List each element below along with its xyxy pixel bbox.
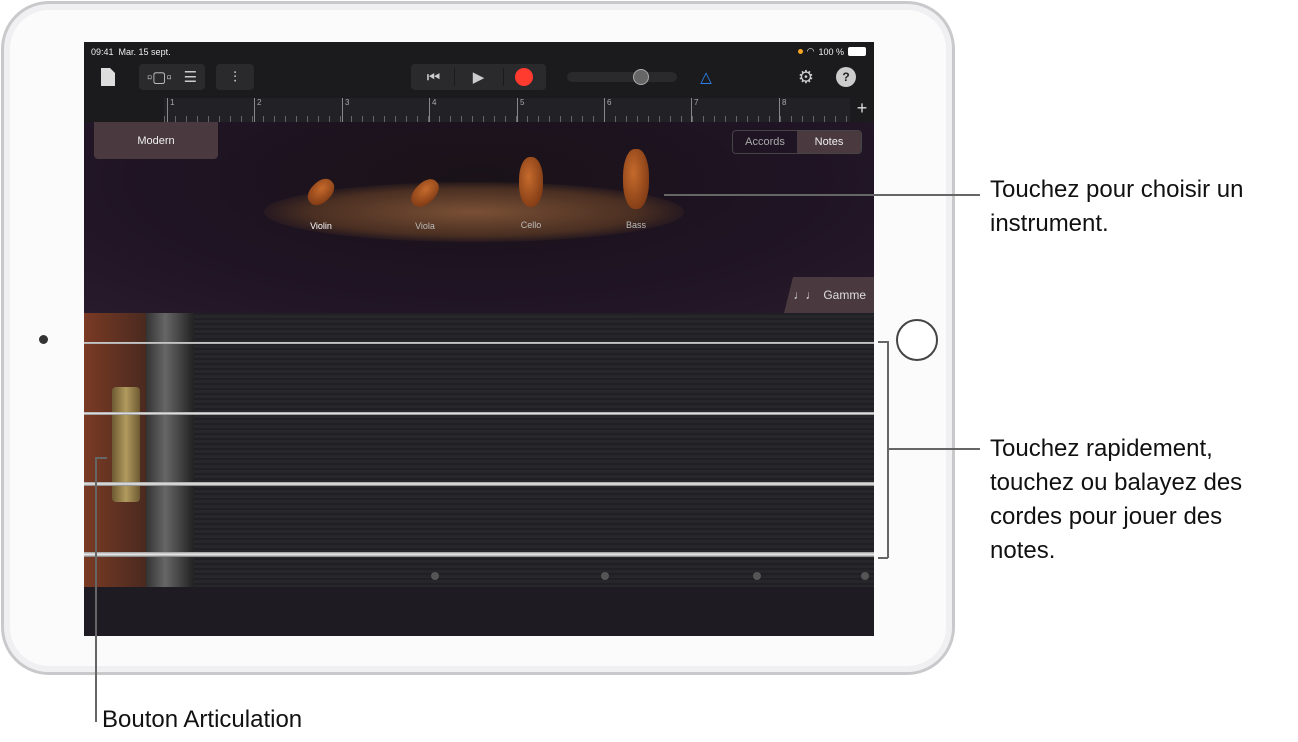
chords-tab[interactable]: Accords xyxy=(733,131,797,153)
violin-icon xyxy=(303,174,339,210)
status-bar: 09:41 Mar. 15 sept. ◠ 100 % xyxy=(84,42,874,62)
ruler-bar: 5 xyxy=(517,98,524,122)
callout-line xyxy=(95,457,107,459)
fret-marker xyxy=(431,572,439,580)
garageband-screen: 09:41 Mar. 15 sept. ◠ 100 % ▫▢▫ ☰ ⫶ ⏮ ▶ △ … xyxy=(84,42,874,636)
battery-icon xyxy=(848,47,866,56)
nut xyxy=(146,313,194,587)
metronome-icon[interactable]: △ xyxy=(694,64,718,90)
scale-label: Gamme xyxy=(823,288,866,302)
home-button[interactable] xyxy=(896,319,938,361)
tracks-view-icon[interactable]: ▫▢▫ xyxy=(141,68,178,86)
wifi-icon: ◠ xyxy=(806,46,815,56)
notes-icon: ♩♩ xyxy=(793,288,818,302)
ruler[interactable]: 1 2 3 4 5 6 7 8 xyxy=(164,98,850,122)
rewind-icon[interactable]: ⏮ xyxy=(414,69,454,86)
time: 09:41 xyxy=(91,47,114,57)
ruler-bar: 1 xyxy=(167,98,174,122)
play-icon[interactable]: ▶ xyxy=(453,68,504,86)
callout-strings: Touchez rapidement, touchez ou balayez d… xyxy=(990,435,1243,564)
ruler-bar: 4 xyxy=(429,98,436,122)
scale-button[interactable]: ♩♩ Gamme xyxy=(784,277,874,313)
instrument-violin[interactable]: Violin xyxy=(286,122,356,231)
view-toggle[interactable]: ▫▢▫ ☰ xyxy=(139,64,205,90)
battery-text: 100 % xyxy=(818,46,844,57)
callout-articulation: Bouton Articulation xyxy=(102,706,303,733)
instrument-viola[interactable]: Viola xyxy=(390,122,460,231)
mixer-icon[interactable]: ⫶ xyxy=(216,64,254,90)
settings-icon[interactable]: ⚙ xyxy=(794,64,818,90)
viola-icon xyxy=(406,174,444,212)
callout-instrument: Touchez pour choisir un instrument. xyxy=(990,176,1244,237)
string-2[interactable] xyxy=(84,412,874,415)
callout-line xyxy=(664,194,980,196)
instrument-label: Violin xyxy=(310,221,332,231)
instrument-cello[interactable]: Cello xyxy=(496,122,566,230)
list-view-icon[interactable]: ☰ xyxy=(178,68,203,86)
transport-controls: ⏮ ▶ xyxy=(411,64,546,90)
help-icon[interactable]: ? xyxy=(836,67,856,87)
indicator-dot xyxy=(797,49,803,54)
date: Mar. 15 sept. xyxy=(118,47,171,57)
instrument-bass[interactable]: Bass xyxy=(601,122,671,230)
cello-icon xyxy=(519,157,543,207)
bottom-area xyxy=(84,587,874,636)
string-3[interactable] xyxy=(84,482,874,486)
mode-switch: Accords Notes xyxy=(732,130,862,154)
fingerboard[interactable] xyxy=(84,313,874,587)
ruler-bar: 3 xyxy=(342,98,349,122)
record-icon[interactable] xyxy=(504,68,544,86)
fret-marker xyxy=(861,572,869,580)
notes-tab[interactable]: Notes xyxy=(797,131,861,153)
fret-marker xyxy=(753,572,761,580)
fret-marker xyxy=(601,572,609,580)
string-4[interactable] xyxy=(84,552,874,557)
ruler-bar: 8 xyxy=(779,98,786,122)
callout-line xyxy=(888,448,980,450)
ruler-bar: 2 xyxy=(254,98,261,122)
instrument-label: Cello xyxy=(520,220,542,230)
preset-button[interactable]: Modern xyxy=(94,122,218,159)
callout-line xyxy=(878,557,888,559)
volume-slider[interactable] xyxy=(567,69,677,85)
add-section-button[interactable]: + xyxy=(850,98,874,122)
ruler-bar: 6 xyxy=(604,98,611,122)
document-icon[interactable] xyxy=(96,64,120,90)
instrument-label: Bass xyxy=(625,220,646,230)
camera xyxy=(39,335,48,344)
ruler-bar: 7 xyxy=(691,98,698,122)
string-1[interactable] xyxy=(84,342,874,344)
instrument-stage: Modern Accords Notes Violin Viola Cello … xyxy=(84,122,874,313)
volume-thumb[interactable] xyxy=(633,69,649,85)
callout-line xyxy=(95,457,97,722)
bass-icon xyxy=(623,149,649,209)
instrument-label: Viola xyxy=(415,221,435,231)
